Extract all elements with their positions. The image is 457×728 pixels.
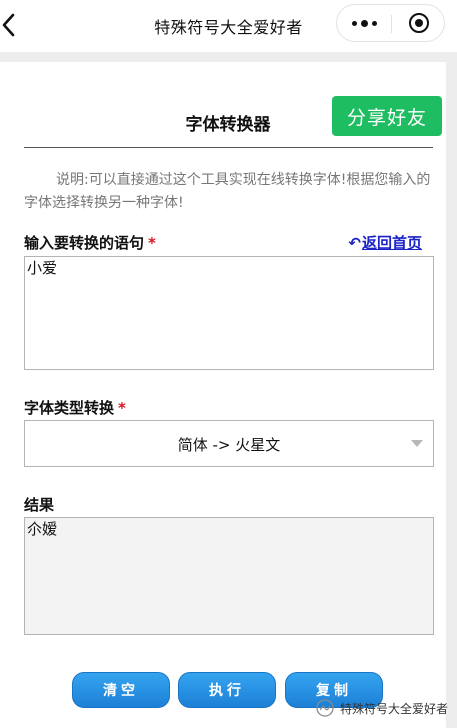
font-type-select[interactable]: 简体 -> 火星文	[24, 420, 434, 467]
description-text: 说明:可以直接通过这个工具实现在线转换字体!根据您输入的字体选择转换另一种字体!	[24, 172, 431, 211]
converter-card: 分享好友 字体转换器 说明:可以直接通过这个工具实现在线转换字体!根据您输入的字…	[0, 62, 446, 728]
source-text-input[interactable]: 小爱	[24, 256, 434, 370]
font-type-label-text: 字体类型转换	[24, 399, 115, 417]
return-arrow-icon: ↶	[348, 234, 361, 252]
more-options-icon[interactable]	[337, 5, 391, 41]
input-label-text: 输入要转换的语句	[24, 234, 145, 252]
navigation-bar: 特殊符号大全爱好者	[0, 0, 457, 52]
required-mark: *	[118, 399, 126, 417]
input-label: 输入要转换的语句 *	[24, 232, 156, 253]
watermark-text: 特殊符号大全爱好者	[340, 701, 449, 716]
mini-program-capsule	[336, 4, 445, 42]
result-label: 结果	[24, 496, 55, 514]
execute-button[interactable]: 执行	[178, 672, 276, 708]
wechat-watermark: 特殊符号大全爱好者	[316, 698, 448, 718]
result-output[interactable]: 尒嫒	[24, 517, 434, 635]
page-title: 字体转换器	[185, 115, 271, 135]
font-type-label: 字体类型转换 *	[24, 397, 126, 418]
close-mini-program-icon[interactable]	[392, 5, 445, 41]
dropdown-caret-icon	[411, 440, 423, 447]
back-to-home-label: 返回首页	[361, 234, 422, 252]
back-to-home-link[interactable]: ↶返回首页	[348, 232, 422, 253]
required-mark: *	[148, 234, 156, 252]
title-divider	[24, 147, 433, 148]
wechat-logo-icon	[316, 699, 334, 717]
clear-button[interactable]: 清空	[72, 672, 170, 708]
font-type-selected-value: 简体 -> 火星文	[177, 436, 281, 454]
